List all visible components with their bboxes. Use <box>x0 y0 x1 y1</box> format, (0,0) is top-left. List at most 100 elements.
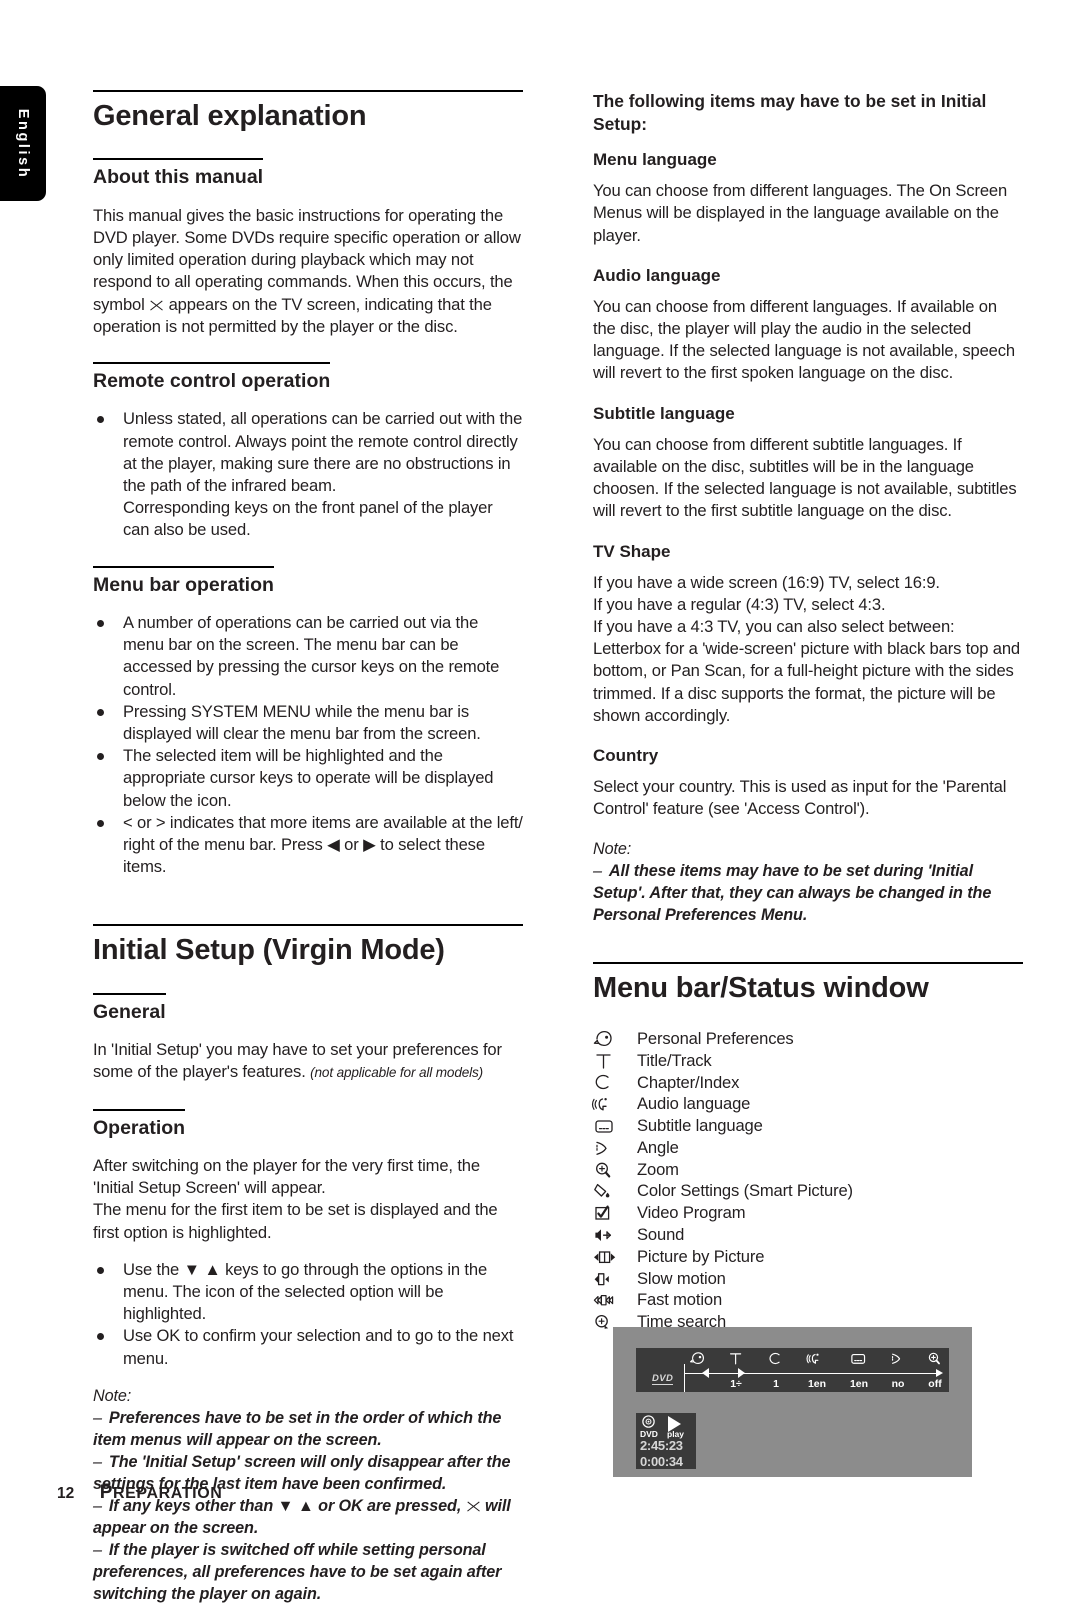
legend-label: Video Program <box>637 1203 746 1223</box>
menu-value-chapter-index: 1 <box>773 1378 779 1390</box>
sound-icon <box>593 1226 637 1244</box>
heading-general: General <box>93 992 166 1024</box>
page-title-menu-bar-status-window: Menu bar/Status window <box>593 961 1023 1006</box>
heading-country: Country <box>593 746 659 766</box>
legend-row: Audio language <box>591 1093 1023 1115</box>
paragraph-about-this-manual: This manual gives the basic instructions… <box>93 205 523 338</box>
legend-label: Chapter/Index <box>637 1072 740 1092</box>
angle-icon <box>593 1139 637 1157</box>
menu-value-zoom: off <box>928 1378 942 1390</box>
right-column: The following items may have to be set i… <box>591 90 1023 1333</box>
page-footer: 12 PREPARATION <box>57 1482 222 1504</box>
fast-motion-icon <box>593 1291 637 1309</box>
video-program-icon <box>593 1204 637 1222</box>
heading-audio-language: Audio language <box>593 265 721 285</box>
legend-label: Sound <box>637 1225 685 1245</box>
status-play-label: play <box>667 1429 685 1439</box>
paragraph-menu-language: You can choose from different languages.… <box>593 181 1008 245</box>
menu-value-angle: no <box>891 1378 905 1390</box>
list-item: < or > indicates that more items are ava… <box>93 812 523 879</box>
legend-label: Personal Preferences <box>637 1028 794 1048</box>
personal-preferences-icon[interactable] <box>690 1351 707 1366</box>
axis-end-arrow-icon <box>936 1369 943 1377</box>
note-item: – Preferences have to be set in the order… <box>93 1408 502 1449</box>
heading-tv-shape: TV Shape <box>593 541 671 561</box>
status-window-top: DVD play <box>636 1413 696 1439</box>
list-item: Unless stated, all operations can be car… <box>93 408 523 541</box>
legend-row: Fast motion <box>593 1289 1023 1311</box>
language-tab-label: English <box>15 108 31 179</box>
legend-label: Fast motion <box>637 1290 723 1310</box>
menu-bar-screenshot: DVD 1÷ 1 1en 1en no off DVD play 2:45:23… <box>613 1327 972 1477</box>
legend-label: Color Settings (Smart Picture) <box>637 1181 853 1201</box>
zoom-icon <box>593 1161 637 1179</box>
general-text-italic-note: (not applicable for all models) <box>310 1065 484 1081</box>
heading-menu-language: Menu language <box>593 150 717 169</box>
heading-about-this-manual: About this manual <box>93 158 264 189</box>
menu-value-title-track: 1÷ <box>730 1378 742 1390</box>
legend-row: Zoom <box>593 1159 1023 1181</box>
legend-row: Angle <box>593 1137 1023 1159</box>
page-title-general-explanation: General explanation <box>93 90 523 134</box>
dvd-logo: DVD <box>652 1373 674 1385</box>
status-disc-label: DVD <box>640 1429 658 1439</box>
picture-by-picture-icon <box>593 1248 637 1266</box>
forbidden-x-icon <box>466 1500 481 1513</box>
heading-menu-bar-operation: Menu bar operation <box>93 565 274 597</box>
menu-bar-axis <box>684 1372 941 1374</box>
subtitle-language-icon <box>593 1117 637 1135</box>
paragraph-general: In 'Initial Setup' you may have to set y… <box>93 1039 523 1084</box>
language-tab: English <box>0 86 46 201</box>
legend-row: Slow motion <box>593 1268 1023 1290</box>
remote-control-bullet-list: Unless stated, all operations can be car… <box>93 408 523 541</box>
audio-language-icon <box>591 1095 637 1113</box>
cursor-left-arrow-icon <box>702 1367 709 1378</box>
slow-motion-icon <box>593 1270 637 1288</box>
chapter-index-icon[interactable] <box>768 1351 785 1366</box>
title-track-icon[interactable] <box>728 1351 745 1366</box>
audio-language-icon[interactable] <box>806 1351 827 1366</box>
paragraph-operation-1: After switching on the player for the ve… <box>93 1155 480 1198</box>
legend-row: Title/Track <box>593 1050 1023 1072</box>
status-elapsed-time: 0:00:34 <box>640 1453 683 1469</box>
osd-menu-bar: DVD 1÷ 1 1en 1en no off <box>636 1348 949 1392</box>
legend-label: Subtitle language <box>637 1116 763 1136</box>
legend-row: Picture by Picture <box>593 1246 1023 1268</box>
legend-label: Zoom <box>637 1159 679 1179</box>
chapter-index-icon <box>593 1073 637 1091</box>
note-block-right: Note: – All these items may have to be se… <box>593 838 1023 926</box>
personal-preferences-icon <box>593 1030 637 1048</box>
legend-row: Sound <box>593 1224 1023 1246</box>
title-track-icon <box>593 1052 637 1070</box>
note-title: Note: <box>593 839 632 858</box>
operation-bullet-list: Use the ▼ ▲ keys to go through the optio… <box>93 1259 523 1370</box>
heading-remote-control-operation: Remote control operation <box>93 361 331 393</box>
list-item: A number of operations can be carried ou… <box>93 612 523 701</box>
legend-label: Slow motion <box>637 1268 726 1288</box>
note-item: – If the player is switched off while set… <box>93 1540 502 1603</box>
osd-status-window: DVD play 2:45:23 0:00:34 <box>636 1413 696 1469</box>
list-item: Use the ▼ ▲ keys to go through the optio… <box>93 1259 523 1326</box>
list-item: Use OK to confirm your selection and to … <box>93 1325 523 1369</box>
paragraph-tv-shape: If you have a wide screen (16:9) TV, sel… <box>593 572 1021 725</box>
page-title-initial-setup: Initial Setup (Virgin Mode) <box>93 924 523 968</box>
legend-label: Title/Track <box>637 1050 712 1070</box>
legend-row: Personal Preferences <box>593 1028 1023 1050</box>
legend-label: Audio language <box>637 1094 751 1114</box>
menu-bar-divider <box>684 1364 686 1392</box>
note-item: – All these items may have to be set duri… <box>593 861 992 924</box>
page-number: 12 <box>57 1485 75 1502</box>
paragraph-country: Select your country. This is used as inp… <box>593 777 1007 819</box>
menu-bar-bullet-list: A number of operations can be carried ou… <box>93 612 523 878</box>
paragraph-audio-language: You can choose from different languages.… <box>593 296 1015 383</box>
subtitle-language-icon[interactable] <box>850 1351 869 1366</box>
angle-icon[interactable] <box>890 1351 907 1366</box>
list-item: The selected item will be highlighted an… <box>93 745 523 812</box>
color-settings-icon <box>593 1182 637 1200</box>
icon-legend-list: Personal Preferences Title/Track Chapter… <box>591 1028 1023 1333</box>
left-column: General explanation About this manual Th… <box>93 90 523 1605</box>
heading-subtitle-language: Subtitle language <box>593 403 735 423</box>
zoom-icon[interactable] <box>927 1351 944 1366</box>
heading-following-items: The following items may have to be set i… <box>593 91 987 134</box>
forbidden-x-icon <box>149 299 164 312</box>
